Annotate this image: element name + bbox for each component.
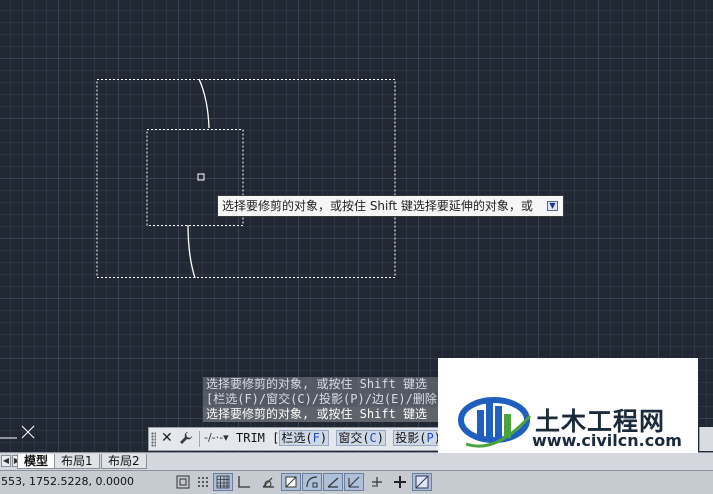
dynamic-input-icon[interactable] — [367, 473, 387, 491]
command-bar-edge[interactable] — [699, 427, 713, 451]
option-fence[interactable]: 栏选(F) — [279, 430, 330, 446]
option-project[interactable]: 投影(P) — [393, 430, 443, 446]
layout-tabs: ◀ ▶ 模型 布局1 布局2 — [0, 452, 713, 470]
command-line-bar[interactable]: ✕ -/-·-▾ TRIM [栏选(F) 窗交(C) 投影(P) — [148, 427, 443, 451]
history-line: 选择要修剪的对象, 或按住 Shift 键选 — [203, 407, 441, 422]
dynamic-ucs-icon[interactable] — [344, 473, 364, 491]
object-snap-icon[interactable] — [281, 473, 301, 491]
arc-bottom[interactable] — [187, 224, 196, 279]
object-snap-tracking-icon[interactable] — [302, 473, 322, 491]
command-history: 选择要修剪的对象, 或按住 Shift 键选 [栏选(F)/窗交(C)/投影(P… — [203, 377, 441, 422]
drag-grip-icon[interactable] — [151, 432, 156, 447]
status-bar: 553, 1752.5228, 0.0000 — [0, 470, 713, 494]
option-project-label: 投影( — [395, 431, 427, 445]
pickbox-cursor — [197, 173, 205, 181]
trim-prompt-tooltip: 选择要修剪的对象，或按住 Shift 键选择要延伸的对象，或 ▼ — [217, 195, 564, 217]
tab-layout1[interactable]: 布局1 — [54, 454, 100, 469]
civilcn-logo-icon — [458, 397, 532, 448]
wrench-icon[interactable] — [179, 431, 193, 448]
model-space-icon[interactable] — [173, 473, 193, 491]
history-line: 选择要修剪的对象, 或按住 Shift 键选 — [203, 377, 441, 392]
close-icon[interactable]: ✕ — [161, 430, 173, 446]
coordinate-readout: 553, 1752.5228, 0.0000 — [1, 475, 134, 488]
arc-top[interactable] — [198, 78, 210, 129]
option-crossing-key: C — [369, 431, 377, 445]
chevron-down-icon: ▾ — [223, 431, 229, 444]
option-crossing-close: ) — [376, 431, 385, 445]
watermark-url: www.civilcn.com — [532, 431, 682, 450]
toolbar-separator — [199, 431, 200, 447]
recent-commands-dropdown[interactable]: -/-·-▾ — [204, 431, 229, 444]
tooltip-text: 选择要修剪的对象，或按住 Shift 键选择要延伸的对象，或 — [222, 199, 533, 213]
osnap-2d-icon[interactable] — [323, 473, 343, 491]
ucs-icon — [0, 425, 35, 439]
command-input[interactable]: TRIM [栏选(F) 窗交(C) 投影(P) — [236, 430, 443, 447]
dropdown-glyph: -/-·- — [204, 431, 224, 444]
option-project-key: P — [426, 431, 434, 445]
watermark-logo: 土木工程网 www.civilcn.com — [438, 358, 698, 453]
tab-layout2[interactable]: 布局2 — [101, 454, 147, 469]
selected-outer-rectangle[interactable] — [96, 79, 396, 278]
tab-model[interactable]: 模型 — [17, 454, 56, 469]
option-crossing-label: 窗交( — [338, 431, 370, 445]
lineweight-icon[interactable] — [390, 473, 410, 491]
polar-tracking-icon[interactable] — [258, 473, 278, 491]
grid-display-icon[interactable] — [213, 473, 233, 491]
command-name: TRIM — [236, 431, 265, 445]
tab-nav-prev-icon[interactable]: ◀ — [1, 455, 11, 467]
option-fence-key: F — [312, 431, 320, 445]
ortho-icon[interactable] — [234, 473, 254, 491]
dropdown-arrow-icon[interactable]: ▼ — [547, 201, 558, 211]
history-line: [栏选(F)/窗交(C)/投影(P)/边(E)/删除 — [203, 392, 441, 407]
snap-grid-icon[interactable] — [193, 473, 213, 491]
option-fence-label: 栏选( — [281, 431, 313, 445]
transparency-icon[interactable] — [412, 473, 432, 491]
option-crossing[interactable]: 窗交(C) — [336, 430, 387, 446]
option-fence-close: ) — [319, 431, 328, 445]
